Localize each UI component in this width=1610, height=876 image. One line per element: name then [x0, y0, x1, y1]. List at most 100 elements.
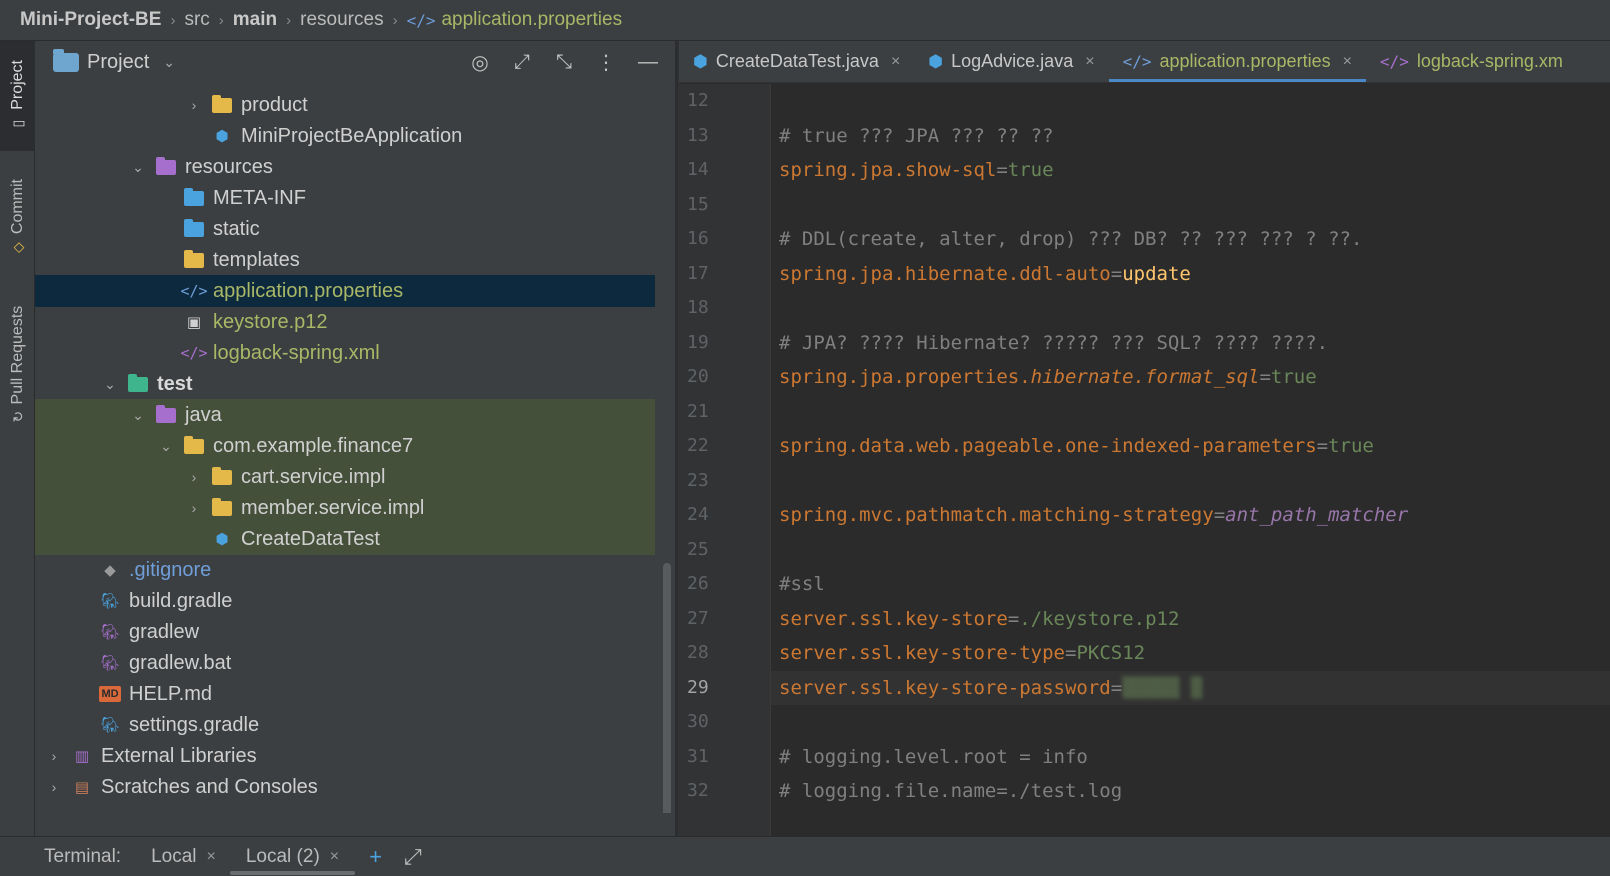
tree-item-gradlew-bat[interactable]: 🐘︎ gradlew.bat [35, 647, 655, 679]
tree-item-java[interactable]: ⌄ java [35, 399, 655, 431]
code-line[interactable]: # logging.file.name=./test.log [771, 774, 1610, 808]
code-line[interactable]: # DDL(create, alter, drop) ??? DB? ?? ??… [771, 222, 1610, 256]
pull-request-icon: ↻ [9, 410, 26, 423]
locate-file-icon[interactable]: ◎ [469, 50, 491, 75]
property-value: true [1270, 366, 1317, 388]
hide-panel-icon[interactable]: — [637, 51, 659, 74]
tree-item-keystore[interactable]: ▣ keystore.p12 [35, 306, 655, 338]
chevron-down-icon[interactable]: ⌄ [127, 159, 149, 176]
code-line[interactable]: spring.jpa.hibernate.ddl-auto=update [771, 257, 1610, 291]
close-icon[interactable]: × [330, 848, 339, 866]
project-panel-title[interactable]: Project [87, 51, 149, 74]
masked-password-value: ▒▒▒▒▒ ▒ [1122, 676, 1203, 699]
breadcrumb-current-file[interactable]: application.properties [441, 9, 622, 31]
code-line[interactable]: spring.mvc.pathmatch.matching-strategy=a… [771, 498, 1610, 532]
close-icon[interactable]: × [207, 848, 216, 866]
tree-item-logback[interactable]: </> logback-spring.xml [35, 337, 655, 369]
code-line[interactable]: #ssl [771, 567, 1610, 601]
tree-item-label: keystore.p12 [213, 310, 328, 333]
tree-item-cart-service[interactable]: › cart.service.impl [35, 461, 655, 493]
gradle-icon: 🐘︎ [100, 655, 120, 672]
chevron-right-icon[interactable]: › [183, 97, 205, 113]
tree-item-label: gradlew [129, 620, 200, 643]
code-area[interactable]: # true ??? JPA ??? ?? ?? spring.jpa.show… [771, 84, 1610, 836]
breadcrumb-resources[interactable]: resources [300, 9, 383, 31]
tab-log-advice[interactable]: ⬢ LogAdvice.java × [914, 41, 1108, 82]
tree-item-create-data-test[interactable]: ⬢ CreateDataTest [35, 523, 655, 555]
collapse-all-icon[interactable]: ⤡ [553, 51, 575, 74]
tree-item-application-properties[interactable]: </> application.properties [35, 275, 655, 307]
tree-item-external-libraries[interactable]: › ▥ External Libraries [35, 740, 655, 772]
chevron-down-icon[interactable]: ⌄ [163, 54, 175, 71]
breadcrumb-project[interactable]: Mini-Project-BE [20, 9, 161, 31]
tree-item-application-class[interactable]: ⬢ MiniProjectBeApplication [35, 120, 655, 152]
tree-item-static[interactable]: static [35, 213, 655, 245]
line-number: 22 [687, 435, 709, 456]
chevron-right-icon[interactable]: › [183, 469, 205, 485]
equals-sign: = [1064, 642, 1077, 664]
code-line[interactable]: spring.jpa.show-sql=true [771, 153, 1610, 187]
code-line[interactable]: # JPA? ???? Hibernate? ????? ??? SQL? ??… [771, 326, 1610, 360]
tree-item-resources[interactable]: ⌄ resources [35, 151, 655, 183]
project-tree-scrollbar[interactable] [663, 563, 671, 813]
tree-item-help-md[interactable]: MD HELP.md [35, 678, 655, 710]
tree-item-package-root[interactable]: ⌄ com.example.finance7 [35, 430, 655, 462]
new-terminal-icon[interactable]: + [369, 844, 382, 870]
tree-item-test[interactable]: ⌄ test [35, 368, 655, 400]
chevron-down-icon[interactable]: ⌄ [127, 407, 149, 424]
chevron-right-icon[interactable]: › [43, 748, 65, 764]
property-key: spring.jpa.hibernate.ddl-auto [779, 262, 1111, 285]
terminal-tab-local-2[interactable]: Local (2) × [229, 837, 356, 876]
code-line[interactable]: # logging.level.root = info [771, 740, 1610, 774]
tree-item-product[interactable]: › product [35, 89, 655, 121]
code-line[interactable]: server.ssl.key-store=./keystore.p12 [771, 602, 1610, 636]
tab-application-properties[interactable]: </> application.properties × [1108, 41, 1367, 82]
tree-item-label: application.properties [213, 279, 404, 302]
chevron-down-icon[interactable]: ⌄ [99, 376, 121, 393]
panel-toolbar: ◎ ⤢ ⤡ ⋮ — [469, 41, 675, 83]
project-panel-header: Project ⌄ ◎ ⤢ ⤡ ⋮ — [35, 41, 675, 83]
code-line[interactable]: # true ??? JPA ??? ?? ?? [771, 119, 1610, 153]
property-key: server.ssl.key-store-password [779, 676, 1111, 699]
tab-create-data-test[interactable]: ⬢ CreateDataTest.java × [679, 41, 914, 82]
code-line[interactable]: server.ssl.key-store-type=PKCS12 [771, 636, 1610, 670]
tree-item-label: java [185, 403, 222, 426]
options-menu-icon[interactable]: ⋮ [595, 50, 617, 75]
folder-icon [183, 249, 205, 269]
code-line[interactable]: spring.jpa.properties.hibernate.format_s… [771, 360, 1610, 394]
tree-item-settings-gradle[interactable]: 🐘︎ settings.gradle [35, 709, 655, 741]
terminal-tab-local[interactable]: Local × [151, 837, 216, 876]
chevron-right-icon[interactable]: › [43, 779, 65, 795]
comment-text: # DDL(create, alter, drop) ??? DB? ?? ??… [779, 228, 1363, 250]
project-tool-button[interactable]: ▭ Project [0, 41, 35, 151]
close-icon[interactable]: × [1343, 53, 1352, 71]
chevron-down-icon[interactable]: ⌄ [155, 438, 177, 455]
tree-item-build-gradle[interactable]: 🐘︎ build.gradle [35, 585, 655, 617]
tree-item-templates[interactable]: templates [35, 244, 655, 276]
tree-item-gradlew[interactable]: 🐘︎ gradlew [35, 616, 655, 648]
property-value: true [1007, 159, 1054, 181]
tab-logback-spring[interactable]: </> logback-spring.xm [1366, 41, 1577, 82]
terminal-label: Terminal: [44, 845, 122, 867]
maximize-icon[interactable]: ⤢ [404, 844, 422, 870]
close-icon[interactable]: × [891, 53, 900, 71]
tab-label: application.properties [1159, 51, 1331, 71]
code-line-current[interactable]: server.ssl.key-store-password=▒▒▒▒▒ ▒ [771, 670, 1610, 705]
tree-item-scratches[interactable]: › ▤ Scratches and Consoles [35, 771, 655, 803]
equals-sign: = [1259, 366, 1271, 388]
breadcrumb-main[interactable]: main [233, 9, 277, 31]
equals-sign: = [1213, 504, 1226, 526]
tree-item-label: CreateDataTest [241, 527, 380, 550]
commit-icon: ◇ [9, 240, 26, 257]
pull-requests-tool-button[interactable]: ↻ Pull Requests [0, 289, 35, 439]
tree-item-meta-inf[interactable]: META-INF [35, 182, 655, 214]
commit-tool-button[interactable]: ◇ Commit [0, 163, 35, 273]
close-icon[interactable]: × [1085, 53, 1094, 71]
code-line[interactable]: spring.data.web.pageable.one-indexed-par… [771, 429, 1610, 463]
properties-file-icon: </> [180, 282, 208, 300]
tree-item-member-service[interactable]: › member.service.impl [35, 492, 655, 524]
tree-item-gitignore[interactable]: ◆ .gitignore [35, 554, 655, 586]
breadcrumb-src[interactable]: src [184, 9, 209, 31]
expand-all-icon[interactable]: ⤢ [511, 51, 533, 74]
chevron-right-icon[interactable]: › [183, 500, 205, 516]
